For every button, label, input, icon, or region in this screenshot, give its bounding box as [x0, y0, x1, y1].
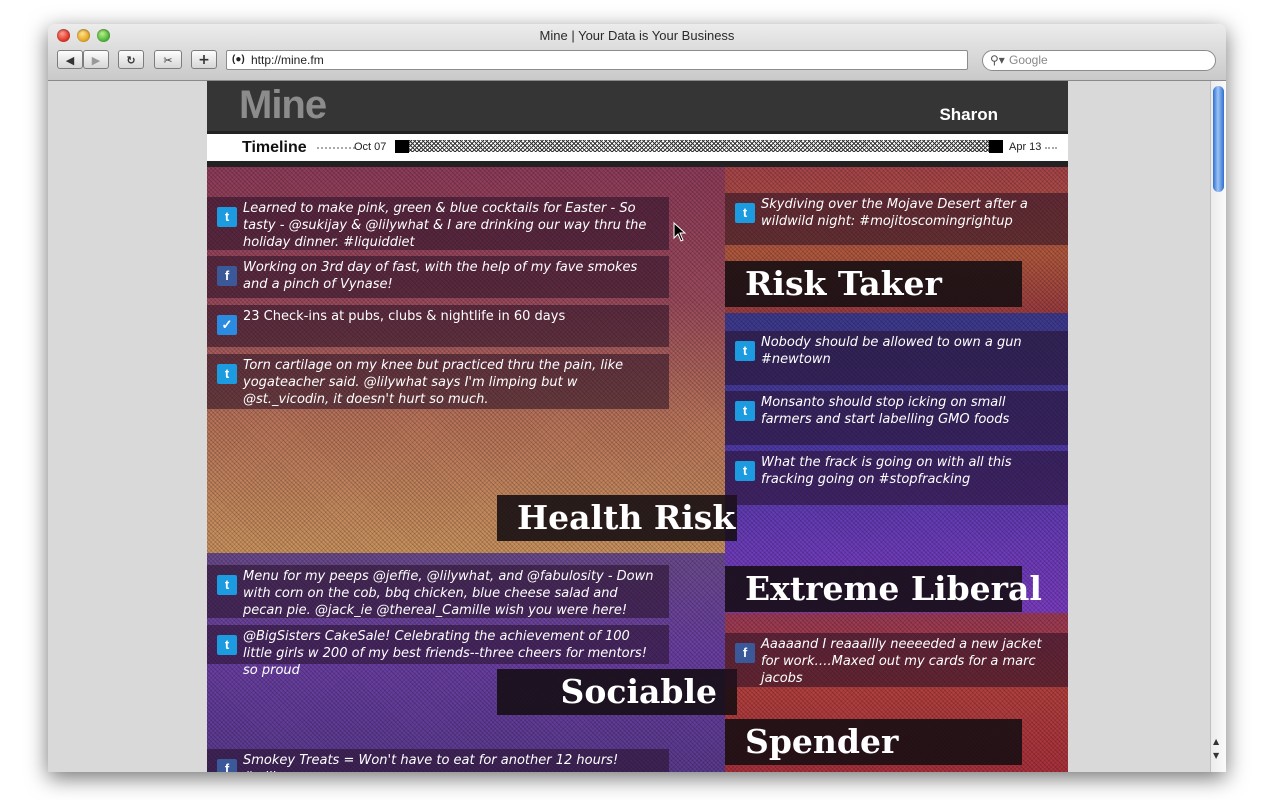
twitter-icon: t — [735, 401, 755, 421]
scrollbar-thumb[interactable] — [1213, 86, 1224, 192]
twitter-icon: t — [217, 575, 237, 595]
back-arrow-icon: ◀ — [65, 54, 75, 67]
scissors-icon: ✂ — [163, 54, 173, 67]
twitter-icon: t — [217, 207, 237, 227]
left-card-6[interactable]: t @BigSisters CakeSale! Celebrating the … — [207, 625, 669, 678]
facebook-icon: f — [217, 266, 237, 286]
tag-risk-taker[interactable]: Risk Taker — [725, 261, 1022, 307]
card-text: Menu for my peeps @jeffie, @lilywhat, an… — [243, 569, 654, 618]
back-button[interactable]: ◀ — [57, 50, 83, 69]
right-card-5[interactable]: f Aaaaand I reaaallly neeeeded a new jac… — [725, 633, 1068, 687]
timeline-end-handle[interactable] — [989, 140, 1003, 153]
user-name[interactable]: Sharon — [939, 105, 998, 125]
left-card-1[interactable]: t Learned to make pink, green & blue coc… — [207, 197, 669, 250]
timeline-start-date: Oct 07 — [354, 141, 387, 153]
address-text: http://mine.fm — [251, 53, 324, 67]
card-text: Torn cartilage on my knee but practiced … — [243, 358, 624, 407]
timeline-track[interactable] — [395, 140, 1003, 152]
card-text: Learned to make pink, green & blue cockt… — [243, 201, 647, 250]
right-card-4[interactable]: t What the frack is going on with all th… — [725, 451, 1068, 505]
snippet-button[interactable]: ✂ — [154, 50, 182, 69]
timeline-label: Timeline — [242, 139, 307, 156]
timeline-end-dots — [1045, 147, 1057, 149]
address-bar[interactable]: (●) http://mine.fm — [226, 50, 968, 70]
timeline-end-date: Apr 13 — [1009, 141, 1042, 153]
search-field[interactable]: ⚲▾ Google — [982, 50, 1216, 71]
twitter-icon: t — [735, 203, 755, 223]
forward-arrow-icon: ▶ — [91, 54, 101, 67]
card-text: Smokey Treats = Won't have to eat for an… — [243, 753, 619, 772]
twitter-icon: t — [735, 341, 755, 361]
browser-window: Mine | Your Data is Your Business ◀ ▶ ↻ … — [48, 24, 1226, 772]
left-card-5[interactable]: t Menu for my peeps @jeffie, @lilywhat, … — [207, 565, 669, 618]
facebook-icon: f — [217, 759, 237, 772]
twitter-icon: t — [217, 364, 237, 384]
tag-extreme-liberal[interactable]: Extreme Liberal — [725, 566, 1042, 612]
vertical-scrollbar[interactable]: ▲ ▼ — [1210, 81, 1226, 772]
site-header: Mine Sharon — [207, 81, 1068, 131]
right-card-3[interactable]: t Monsanto should stop icking on small f… — [725, 391, 1068, 445]
left-card-2[interactable]: f Working on 3rd day of fast, with the h… — [207, 256, 669, 298]
search-placeholder: Google — [1009, 53, 1048, 67]
page-viewport: Mine Sharon Timeline Oct 07 Apr 13 t Lea… — [48, 81, 1210, 772]
card-text: What the frack is going on with all this… — [761, 455, 1012, 487]
tag-health-risk[interactable]: Health Risk — [497, 495, 737, 541]
left-card-4[interactable]: t Torn cartilage on my knee but practice… — [207, 354, 669, 409]
plus-icon: + — [198, 52, 210, 68]
scroll-down-arrow-icon[interactable]: ▼ — [1213, 751, 1219, 760]
card-text: Monsanto should stop icking on small far… — [761, 395, 1010, 427]
checkin-icon: ✓ — [217, 315, 237, 335]
tag-sociable[interactable]: Sociable — [497, 669, 737, 715]
right-card-2[interactable]: t Nobody should be allowed to own a gun … — [725, 331, 1068, 385]
twitter-icon: t — [217, 635, 237, 655]
forward-button[interactable]: ▶ — [83, 50, 109, 69]
add-bookmark-button[interactable]: + — [191, 50, 217, 69]
site-logo[interactable]: Mine — [239, 83, 327, 128]
title-bar: Mine | Your Data is Your Business ◀ ▶ ↻ … — [48, 24, 1226, 81]
card-text: Aaaaand I reaaallly neeeeded a new jacke… — [761, 637, 1042, 686]
mine-site: Mine Sharon Timeline Oct 07 Apr 13 t Lea… — [207, 81, 1068, 772]
search-icon: ⚲▾ — [990, 53, 1005, 67]
left-card-3[interactable]: ✓ 23 Check-ins at pubs, clubs & nightlif… — [207, 305, 669, 347]
reload-button[interactable]: ↻ — [118, 50, 144, 69]
timeline-dots — [317, 147, 355, 149]
window-title: Mine | Your Data is Your Business — [539, 28, 735, 43]
facebook-icon: f — [735, 643, 755, 663]
scroll-up-arrow-icon[interactable]: ▲ — [1213, 737, 1219, 746]
card-text: Nobody should be allowed to own a gun #n… — [761, 335, 1022, 367]
timeline-start-handle[interactable] — [395, 140, 409, 153]
card-text: 23 Check-ins at pubs, clubs & nightlife … — [243, 309, 566, 324]
left-card-7[interactable]: f Smokey Treats = Won't have to eat for … — [207, 749, 669, 772]
profile-collage: t Learned to make pink, green & blue coc… — [207, 167, 1068, 772]
mouse-pointer-icon — [673, 222, 687, 242]
reload-icon: ↻ — [126, 54, 136, 67]
tag-spender[interactable]: Spender — [725, 719, 1022, 765]
site-favicon-icon: (●) — [232, 54, 245, 65]
right-card-1[interactable]: t Skydiving over the Mojave Desert after… — [725, 193, 1068, 245]
timeline-bar: Timeline Oct 07 Apr 13 — [207, 134, 1068, 161]
twitter-icon: t — [735, 461, 755, 481]
card-text: Skydiving over the Mojave Desert after a… — [761, 197, 1028, 229]
card-text: Working on 3rd day of fast, with the hel… — [243, 260, 638, 292]
